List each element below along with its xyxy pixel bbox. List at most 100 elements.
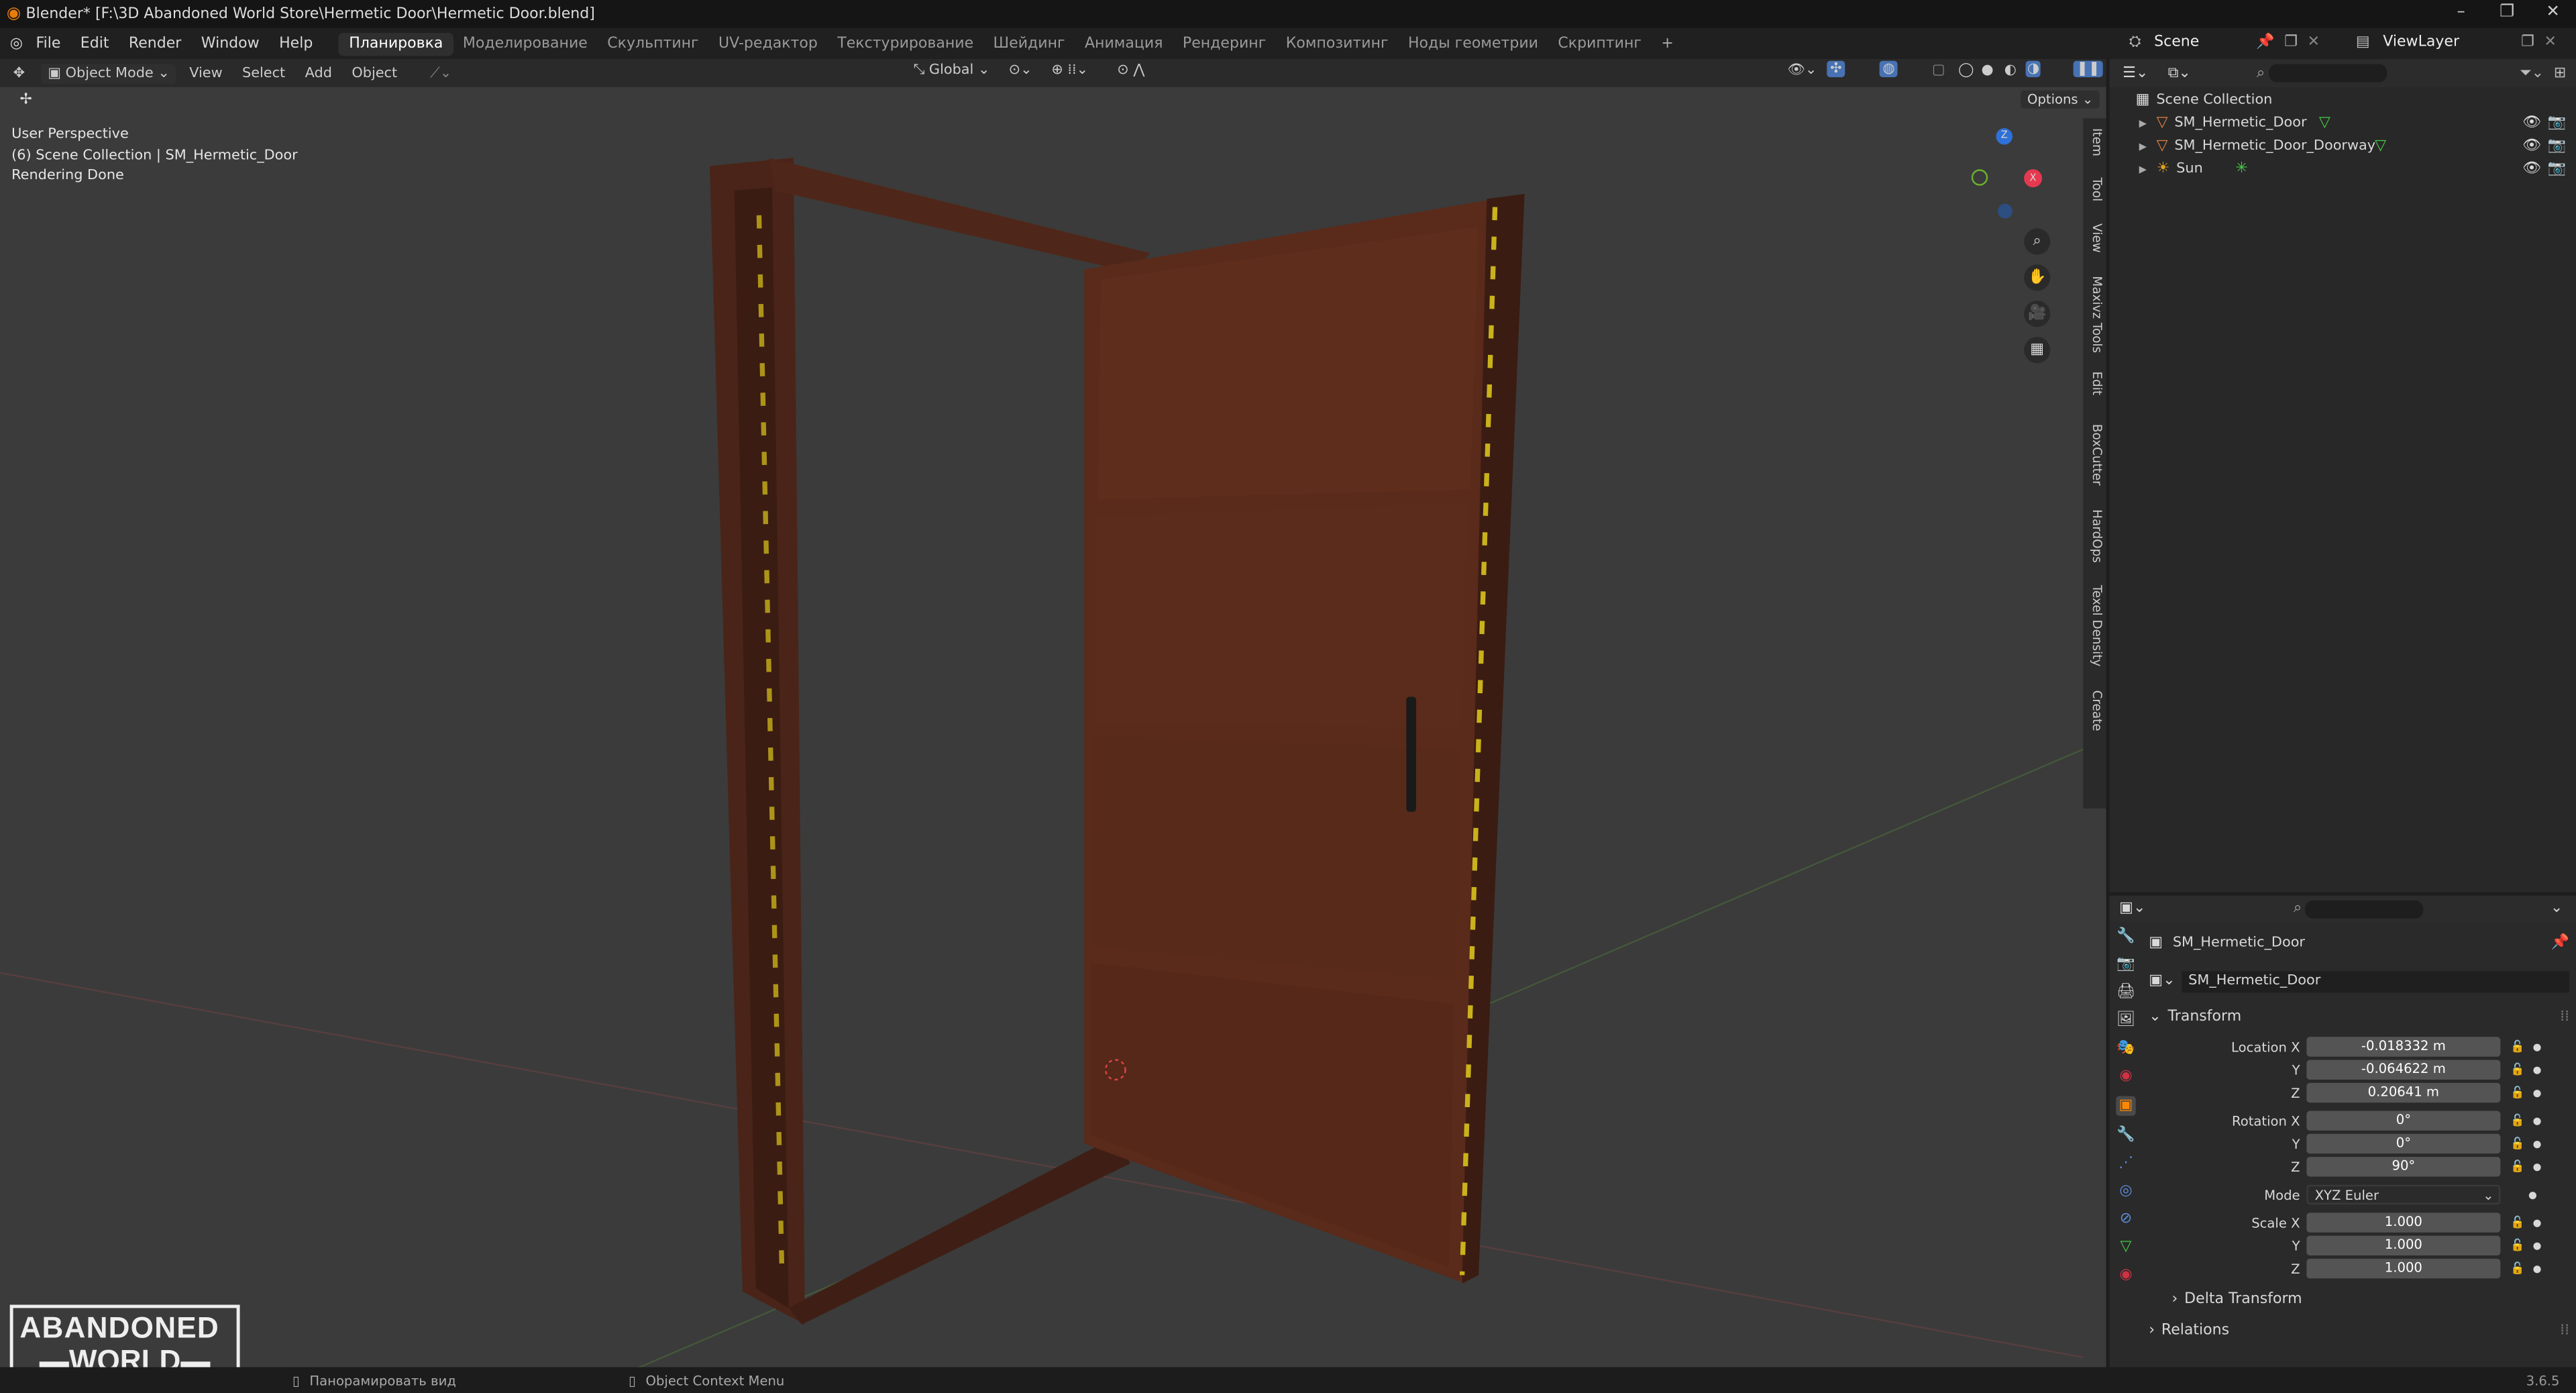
- keyframe-dot-icon[interactable]: ●: [2528, 1189, 2537, 1200]
- scale-z-field[interactable]: 1.000: [2306, 1258, 2501, 1279]
- sidebar-tab-view[interactable]: View: [2085, 223, 2104, 253]
- keyframe-dot-icon[interactable]: ●: [2533, 1041, 2542, 1052]
- new-view-layer-icon[interactable]: ❐: [2521, 34, 2534, 50]
- lock-icon[interactable]: 🔓: [2510, 1262, 2524, 1276]
- tab-workspace-1[interactable]: Моделирование: [453, 32, 597, 55]
- grid-icon[interactable]: ▦: [2024, 337, 2051, 364]
- sidebar-tab-hardops[interactable]: HardOps: [2085, 509, 2104, 563]
- rotation-y-field[interactable]: 0°: [2306, 1133, 2501, 1154]
- minimize-button[interactable]: –: [2438, 0, 2484, 28]
- render-camera-icon[interactable]: 📷: [2548, 138, 2566, 154]
- tab-workspace-4[interactable]: Текстурирование: [828, 32, 983, 55]
- delete-scene-icon[interactable]: ✕: [2308, 34, 2320, 50]
- modifier-tab-icon[interactable]: 🔧: [2116, 1127, 2135, 1143]
- outliner-editor-icon[interactable]: ☰⌄: [2123, 65, 2148, 81]
- tab-workspace-0[interactable]: Планировка: [339, 32, 453, 56]
- scale-y-field[interactable]: 1.000: [2306, 1235, 2501, 1256]
- tab-workspace-3[interactable]: UV-редактор: [708, 32, 827, 55]
- particles-tab-icon[interactable]: ⋰: [2118, 1155, 2133, 1172]
- tab-workspace-9[interactable]: Ноды геометрии: [1398, 32, 1548, 55]
- restore-button[interactable]: ❐: [2484, 0, 2530, 28]
- pin-icon[interactable]: 📌: [2256, 34, 2274, 50]
- lock-icon[interactable]: 🔓: [2510, 1160, 2524, 1174]
- keyframe-dot-icon[interactable]: ●: [2533, 1263, 2542, 1274]
- expand-arrow-icon[interactable]: ▶: [2139, 164, 2147, 175]
- view-layer-selector[interactable]: ▤ ViewLayer ❐ ✕: [2356, 32, 2557, 54]
- scene-collection-row[interactable]: ▦ Scene Collection: [2109, 89, 2576, 111]
- world-tab-icon[interactable]: ◉: [2119, 1068, 2132, 1084]
- delete-view-layer-icon[interactable]: ✕: [2544, 34, 2556, 50]
- location-y-field[interactable]: -0.064622 m: [2306, 1060, 2501, 1080]
- tab-workspace-6[interactable]: Анимация: [1075, 32, 1173, 55]
- lock-icon[interactable]: 🔓: [2510, 1114, 2524, 1127]
- properties-search-input[interactable]: [2305, 899, 2424, 918]
- tab-workspace-8[interactable]: Композитинг: [1276, 32, 1398, 55]
- scene-tab-icon[interactable]: 🎭: [2116, 1040, 2135, 1056]
- object-name-field[interactable]: SM_Hermetic_Door: [2182, 970, 2570, 992]
- visibility-eye-icon[interactable]: 👁: [2522, 161, 2541, 177]
- sidebar-tab-create[interactable]: Create: [2085, 690, 2104, 731]
- menu-file[interactable]: File: [36, 36, 61, 52]
- zoom-icon[interactable]: ⌕: [2024, 228, 2051, 255]
- pan-hand-icon[interactable]: ✋: [2024, 264, 2051, 291]
- drag-handle-icon[interactable]: ⁞⁞: [2560, 1009, 2569, 1025]
- keyframe-dot-icon[interactable]: ●: [2533, 1138, 2542, 1149]
- object-data-icon[interactable]: ▣⌄: [2149, 973, 2175, 989]
- lock-icon[interactable]: 🔓: [2510, 1063, 2524, 1076]
- properties-editor-icon[interactable]: ▣⌄: [2119, 900, 2145, 917]
- sidebar-tab-edit[interactable]: Edit: [2085, 371, 2104, 395]
- gizmo-z-neg[interactable]: [1997, 203, 2013, 219]
- rotation-mode-dropdown[interactable]: XYZ Euler ⌄: [2306, 1184, 2501, 1205]
- material-tab-icon[interactable]: ◉: [2119, 1267, 2132, 1283]
- lock-icon[interactable]: 🔓: [2510, 1239, 2524, 1253]
- location-x-field[interactable]: -0.018332 m: [2306, 1037, 2501, 1057]
- sidebar-tab-texel-density[interactable]: Texel Density: [2085, 585, 2104, 666]
- add-workspace-button[interactable]: +: [1661, 36, 1673, 52]
- delta-transform-header[interactable]: › Delta Transform: [2172, 1287, 2570, 1313]
- pin-properties-icon[interactable]: 📌: [2551, 935, 2569, 951]
- camera-icon[interactable]: 🎥: [2024, 301, 2051, 327]
- blender-menu-icon[interactable]: ◎: [10, 36, 23, 52]
- lock-icon[interactable]: 🔓: [2510, 1040, 2524, 1053]
- menu-help[interactable]: Help: [279, 36, 313, 52]
- expand-arrow-icon[interactable]: ▶: [2139, 117, 2147, 129]
- object-tab-icon[interactable]: ▣: [2115, 1096, 2137, 1116]
- view-layer-tab-icon[interactable]: 🖼: [2116, 1013, 2135, 1029]
- transform-panel-header[interactable]: ⌄ Transform ⁞⁞: [2149, 1004, 2569, 1030]
- menu-window[interactable]: Window: [201, 36, 260, 52]
- tab-workspace-7[interactable]: Рендеринг: [1173, 32, 1276, 55]
- render-camera-icon[interactable]: 📷: [2548, 161, 2566, 177]
- render-tab-icon[interactable]: 📷: [2116, 956, 2135, 972]
- lock-icon[interactable]: 🔓: [2510, 1137, 2524, 1151]
- outliner-search-input[interactable]: [2268, 64, 2387, 83]
- sidebar-tab-maxivz-tools[interactable]: Maxivz Tools: [2085, 276, 2104, 353]
- scene-selector[interactable]: ⛭ Scene 📌 ❐ ✕: [2129, 32, 2320, 54]
- constraints-tab-icon[interactable]: ⊘: [2120, 1211, 2132, 1227]
- physics-tab-icon[interactable]: ◎: [2119, 1183, 2132, 1199]
- relations-drag-icon[interactable]: ⁞⁞: [2560, 1323, 2569, 1339]
- keyframe-dot-icon[interactable]: ●: [2533, 1240, 2542, 1251]
- render-camera-icon[interactable]: 📷: [2548, 115, 2566, 131]
- rotation-x-field[interactable]: 0°: [2306, 1111, 2501, 1131]
- keyframe-dot-icon[interactable]: ●: [2533, 1115, 2542, 1127]
- tab-workspace-5[interactable]: Шейдинг: [983, 32, 1075, 55]
- 3d-viewport[interactable]: ✥ ▣ Object Mode ⌄ View Select Add Object ⟋⌄…: [0, 59, 2106, 1368]
- menu-render[interactable]: Render: [129, 36, 181, 52]
- keyframe-dot-icon[interactable]: ●: [2533, 1064, 2542, 1076]
- location-z-field[interactable]: 0.20641 m: [2306, 1082, 2501, 1103]
- props-collapse-icon[interactable]: ⌄: [2551, 900, 2563, 917]
- menu-edit[interactable]: Edit: [80, 36, 109, 52]
- sidebar-tab-item[interactable]: Item: [2085, 128, 2104, 156]
- filter-icon[interactable]: ⏷⌄: [2520, 65, 2544, 81]
- gizmo-y-neg[interactable]: [1971, 169, 1988, 186]
- output-tab-icon[interactable]: 🖨: [2116, 984, 2135, 1000]
- lock-icon[interactable]: 🔓: [2510, 1216, 2524, 1229]
- visibility-eye-icon[interactable]: 👁: [2522, 138, 2541, 154]
- outliner-item[interactable]: ▶ ▽ SM_Hermetic_Door_Doorway ▽ 👁 📷: [2109, 135, 2576, 158]
- gizmo-x-axis[interactable]: X: [2024, 169, 2043, 188]
- rotation-z-field[interactable]: 90°: [2306, 1157, 2501, 1177]
- lock-icon[interactable]: 🔓: [2510, 1086, 2524, 1100]
- relations-header[interactable]: › Relations ⁞⁞: [2149, 1318, 2569, 1344]
- keyframe-dot-icon[interactable]: ●: [2533, 1087, 2542, 1098]
- tab-workspace-10[interactable]: Скриптинг: [1548, 32, 1652, 55]
